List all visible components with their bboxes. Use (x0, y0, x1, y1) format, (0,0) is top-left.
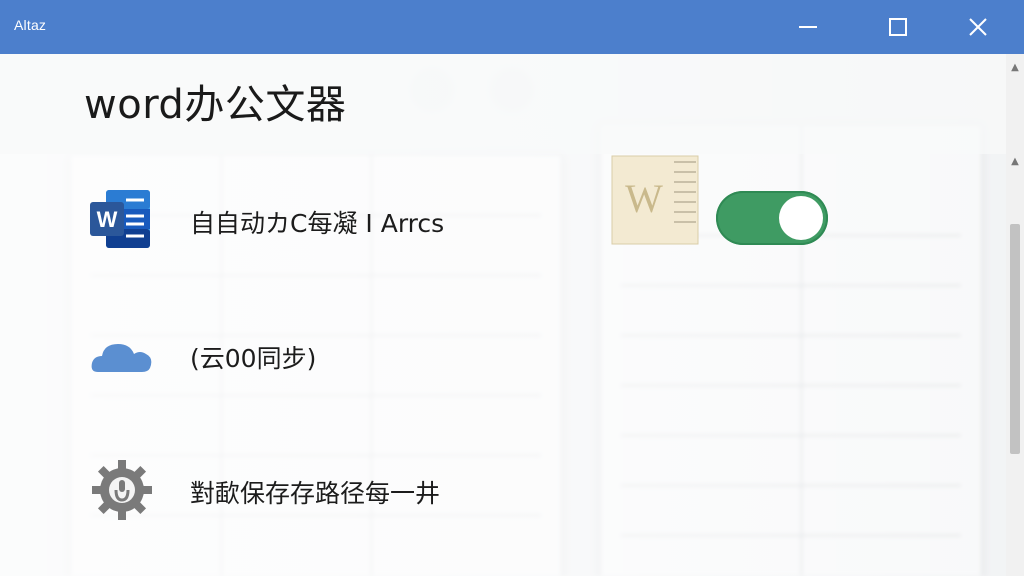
minimize-icon (799, 26, 817, 28)
vertical-scrollbar[interactable]: ▲ ▲ (1006, 54, 1024, 576)
close-icon (969, 18, 987, 36)
settings-gear-icon (88, 456, 156, 524)
auto-save-toggle[interactable] (716, 191, 828, 245)
close-button[interactable] (950, 0, 1006, 54)
window-title: Altaz (14, 17, 47, 33)
auto-save-label: 自自动カC每凝 I Arrcs (190, 209, 445, 238)
minimize-button[interactable] (780, 0, 836, 54)
word-document-thumbnail-icon: W (608, 152, 726, 250)
default-save-path-label: 對歃保存存路径每一井 (190, 479, 441, 508)
svg-text:W: W (625, 176, 663, 221)
maximize-button[interactable] (870, 0, 926, 54)
word-icon: W (88, 186, 156, 254)
title-bar: Altaz (0, 0, 1024, 54)
scrollbar-thumb[interactable] (1010, 224, 1020, 454)
scroll-up-arrow-icon[interactable]: ▲ (1006, 58, 1024, 76)
maximize-icon (889, 18, 907, 36)
scroll-up-arrow-icon[interactable]: ▲ (1006, 152, 1024, 170)
app-title: word办公文器 (84, 82, 347, 128)
toggle-knob (779, 196, 823, 240)
cloud-sync-label: (云00同步) (190, 344, 317, 373)
cloud-icon (88, 322, 156, 390)
svg-text:W: W (97, 207, 118, 232)
